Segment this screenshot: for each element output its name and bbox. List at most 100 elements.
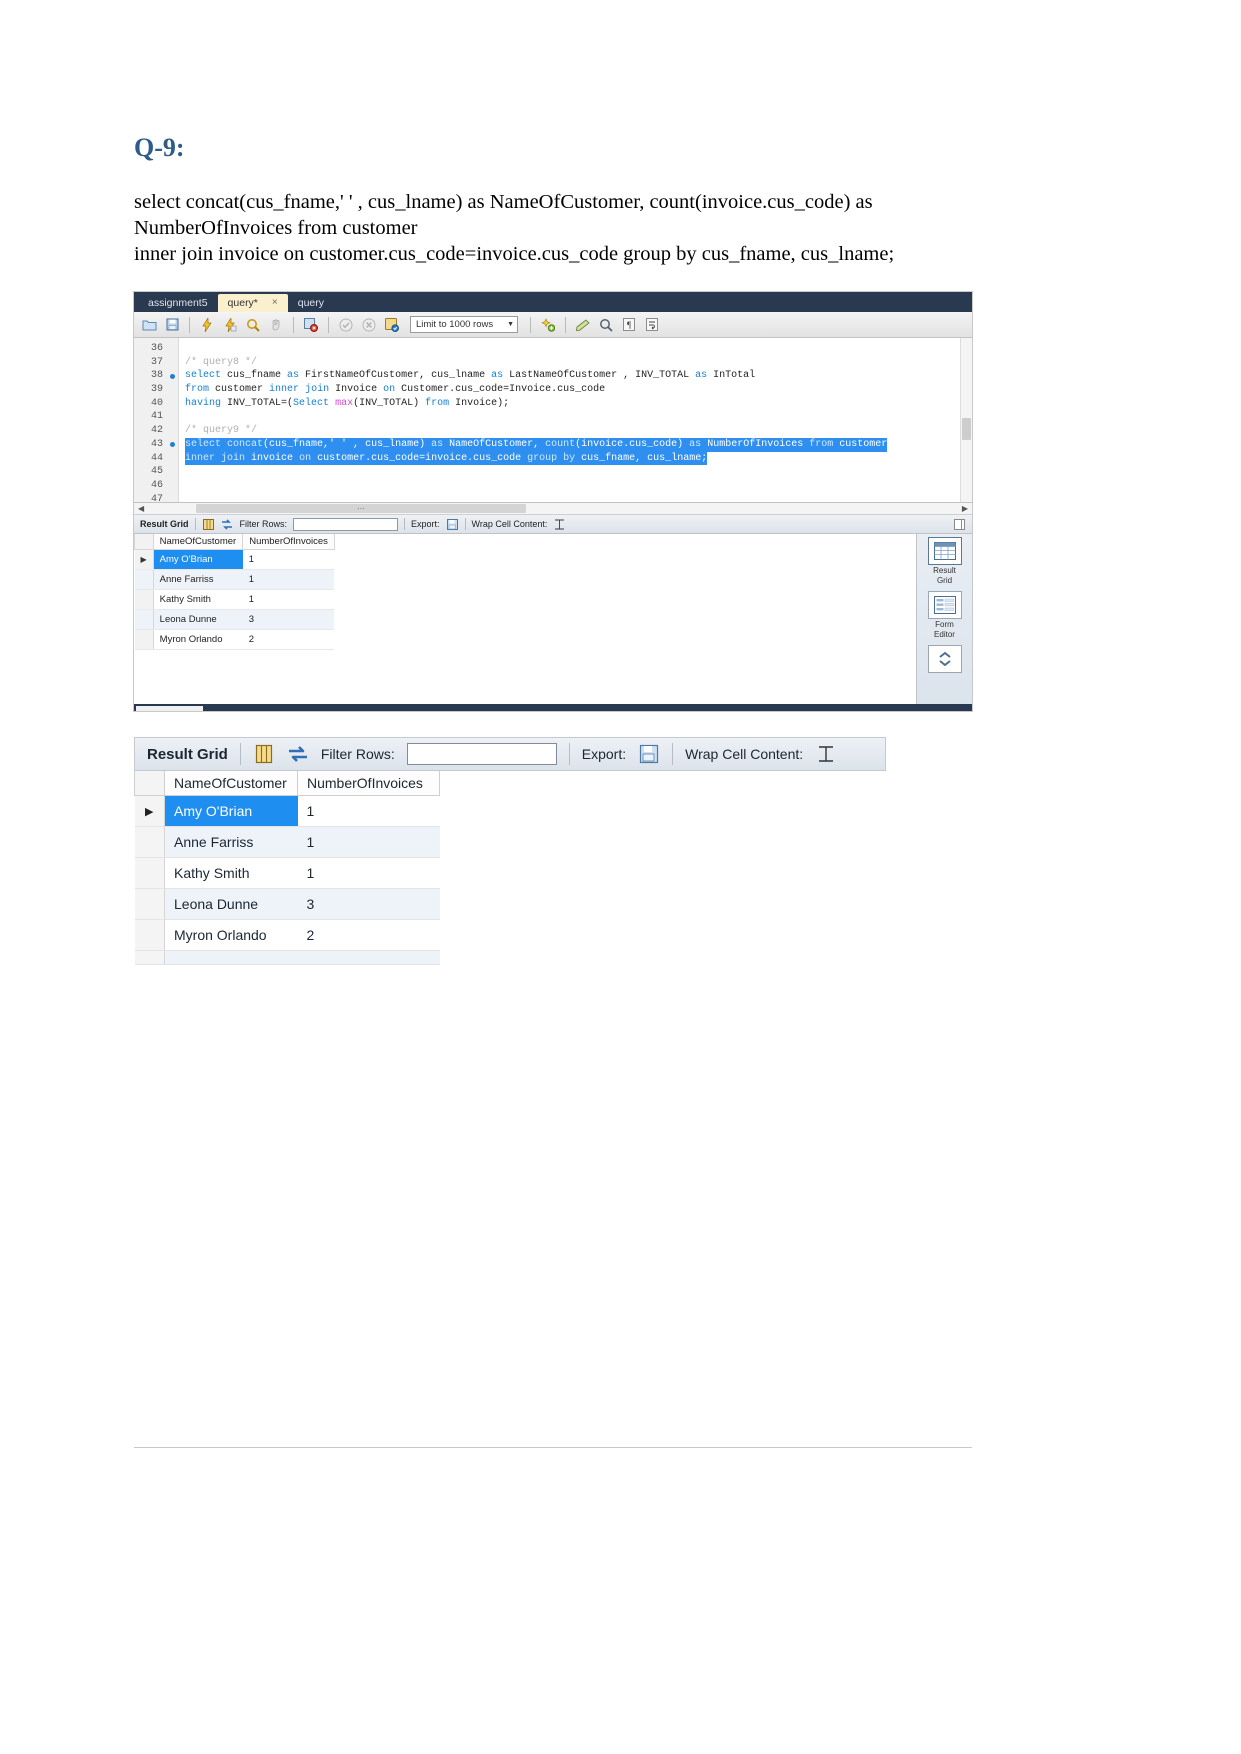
export-label: Export: xyxy=(411,519,440,529)
wrap-cell-content-label: Wrap Cell Content: xyxy=(471,519,548,529)
table-row[interactable]: ▶ Amy O'Brian 1 xyxy=(134,795,440,827)
execute-icon[interactable] xyxy=(198,316,216,334)
table-row-empty xyxy=(134,950,440,965)
cell-count[interactable]: 1 xyxy=(242,589,335,610)
enlarged-result-grid-toolbar: Result Grid Filter Rows: Export: Wrap Ce… xyxy=(134,737,886,771)
scrollbar-thumb[interactable] xyxy=(962,418,971,440)
close-icon[interactable]: × xyxy=(272,294,278,312)
cell-count[interactable]: 1 xyxy=(242,549,335,570)
refresh-icon[interactable] xyxy=(221,518,234,531)
cell-name[interactable]: Leona Dunne xyxy=(164,888,298,920)
wrap-lines-icon[interactable] xyxy=(643,316,661,334)
line-number: 44 xyxy=(150,452,163,464)
export-label: Export: xyxy=(581,746,627,762)
cell-count[interactable]: 1 xyxy=(297,795,440,827)
table-row[interactable]: Leona Dunne 3 xyxy=(134,888,440,920)
editor-code-area[interactable]: /* query8 */ select cus_fname as FirstNa… xyxy=(179,338,972,502)
cell-name[interactable]: Myron Orlando xyxy=(153,629,243,650)
cell-name[interactable]: Anne Farriss xyxy=(164,826,298,858)
table-row[interactable]: Myron Orlando 2 xyxy=(134,919,440,951)
cell-count[interactable]: 1 xyxy=(242,569,335,590)
cell-name[interactable]: Anne Farriss xyxy=(153,569,243,590)
table-row[interactable]: Myron Orlando 2 xyxy=(134,629,335,650)
cell-name[interactable]: Amy O'Brian xyxy=(153,549,243,570)
row-marker xyxy=(134,569,154,590)
filter-rows-input[interactable] xyxy=(406,743,557,765)
toggle-stop-on-error-icon[interactable] xyxy=(302,316,320,334)
cell-count[interactable]: 3 xyxy=(297,888,440,920)
side-button-expand[interactable] xyxy=(922,645,968,674)
execute-current-statement-icon[interactable] xyxy=(221,316,239,334)
table-row[interactable]: Anne Farriss 1 xyxy=(134,569,335,590)
open-folder-icon[interactable] xyxy=(140,316,158,334)
result-tab-bar: Result 37 × 1 Read Only xyxy=(134,704,972,711)
table-row[interactable]: Kathy Smith 1 xyxy=(134,589,335,610)
panel-toggle-icon[interactable] xyxy=(953,518,966,531)
cell-count[interactable]: 2 xyxy=(297,919,440,951)
cell-name[interactable]: Kathy Smith xyxy=(153,589,243,610)
breakpoint-icon[interactable] xyxy=(170,442,175,448)
workbench-tab-bar: assignment5 query* × query xyxy=(134,292,972,312)
result-grid-table-wrap: NameOfCustomer NumberOfInvoices ▶ Amy O'… xyxy=(134,534,916,704)
scrollbar-thumb[interactable]: ⋯ xyxy=(196,504,526,513)
column-header-count[interactable]: NumberOfInvoices xyxy=(242,534,335,550)
table-row[interactable]: Kathy Smith 1 xyxy=(134,857,440,889)
limit-rows-dropdown[interactable]: Limit to 1000 rows ▼ xyxy=(410,316,518,333)
cell-name[interactable]: Amy O'Brian xyxy=(164,795,298,827)
table-row[interactable]: ▶ Amy O'Brian 1 xyxy=(134,549,335,570)
chevron-updown-icon xyxy=(927,645,962,673)
cell-count[interactable]: 1 xyxy=(297,857,440,889)
export-icon[interactable] xyxy=(638,743,660,765)
side-button-result-grid[interactable]: Result Grid xyxy=(922,537,968,586)
column-header-name[interactable]: NameOfCustomer xyxy=(152,534,244,550)
grid-toggle-icon[interactable] xyxy=(202,518,215,531)
export-icon[interactable] xyxy=(446,518,459,531)
row-marker xyxy=(134,888,165,920)
tab-query[interactable]: query xyxy=(288,294,334,312)
line-number: 46 xyxy=(150,479,163,491)
form-editor-icon xyxy=(927,591,962,619)
grid-toggle-icon[interactable] xyxy=(253,743,275,765)
table-row[interactable]: Leona Dunne 3 xyxy=(134,609,335,630)
result-tab[interactable]: Result 37 × xyxy=(136,706,204,711)
wrap-text-icon[interactable] xyxy=(815,743,837,765)
editor-vertical-scrollbar[interactable] xyxy=(960,338,972,502)
side-button-label-line1: Result xyxy=(933,566,956,575)
side-button-label-line2: Grid xyxy=(936,576,953,585)
scroll-right-arrow-icon[interactable]: ▶ xyxy=(962,504,968,513)
wrap-cell-content-label: Wrap Cell Content: xyxy=(685,746,804,762)
cell-count[interactable]: 2 xyxy=(242,629,335,650)
toolbar-divider xyxy=(464,518,466,530)
refresh-icon[interactable] xyxy=(287,743,309,765)
mysql-workbench-screenshot: assignment5 query* × query Limit to 1000… xyxy=(133,291,973,712)
side-button-form-editor[interactable]: Form Editor xyxy=(922,591,968,640)
column-header-name[interactable]: NameOfCustomer xyxy=(164,771,298,796)
column-header-count[interactable]: NumberOfInvoices xyxy=(297,771,440,796)
cell-name[interactable]: Kathy Smith xyxy=(164,857,298,889)
sql-line-1: select concat(cus_fname,' ' , cus_lname)… xyxy=(134,191,873,213)
cell-count[interactable]: 3 xyxy=(242,609,335,630)
auto-commit-icon[interactable] xyxy=(383,316,401,334)
line-number: 41 xyxy=(150,411,163,423)
line-number: 43 xyxy=(134,438,178,452)
cell-name[interactable]: Myron Orlando xyxy=(164,919,298,951)
cell-name[interactable]: Leona Dunne xyxy=(153,609,243,630)
breakpoint-icon[interactable] xyxy=(170,373,175,379)
tab-assignment5[interactable]: assignment5 xyxy=(138,294,218,312)
close-icon[interactable]: × xyxy=(191,706,196,711)
filter-rows-input[interactable] xyxy=(293,517,399,531)
search-icon[interactable] xyxy=(597,316,615,334)
wrap-text-icon[interactable] xyxy=(553,518,566,531)
tab-query-active[interactable]: query* × xyxy=(217,294,288,312)
paragraph-icon[interactable]: ¶ xyxy=(620,316,638,334)
scroll-left-arrow-icon[interactable]: ◀ xyxy=(138,504,144,513)
table-row[interactable]: Anne Farriss 1 xyxy=(134,826,440,858)
sql-editor[interactable]: 36 37 38 39 40 41 42 43 44 45 46 47 /* q… xyxy=(134,338,972,505)
cell-count[interactable]: 1 xyxy=(297,826,440,858)
save-icon[interactable] xyxy=(163,316,181,334)
explain-icon[interactable] xyxy=(244,316,262,334)
find-icon[interactable] xyxy=(574,316,592,334)
editor-horizontal-scrollbar[interactable]: ◀ ⋯ ▶ xyxy=(134,503,972,515)
beautify-icon[interactable] xyxy=(539,316,557,334)
